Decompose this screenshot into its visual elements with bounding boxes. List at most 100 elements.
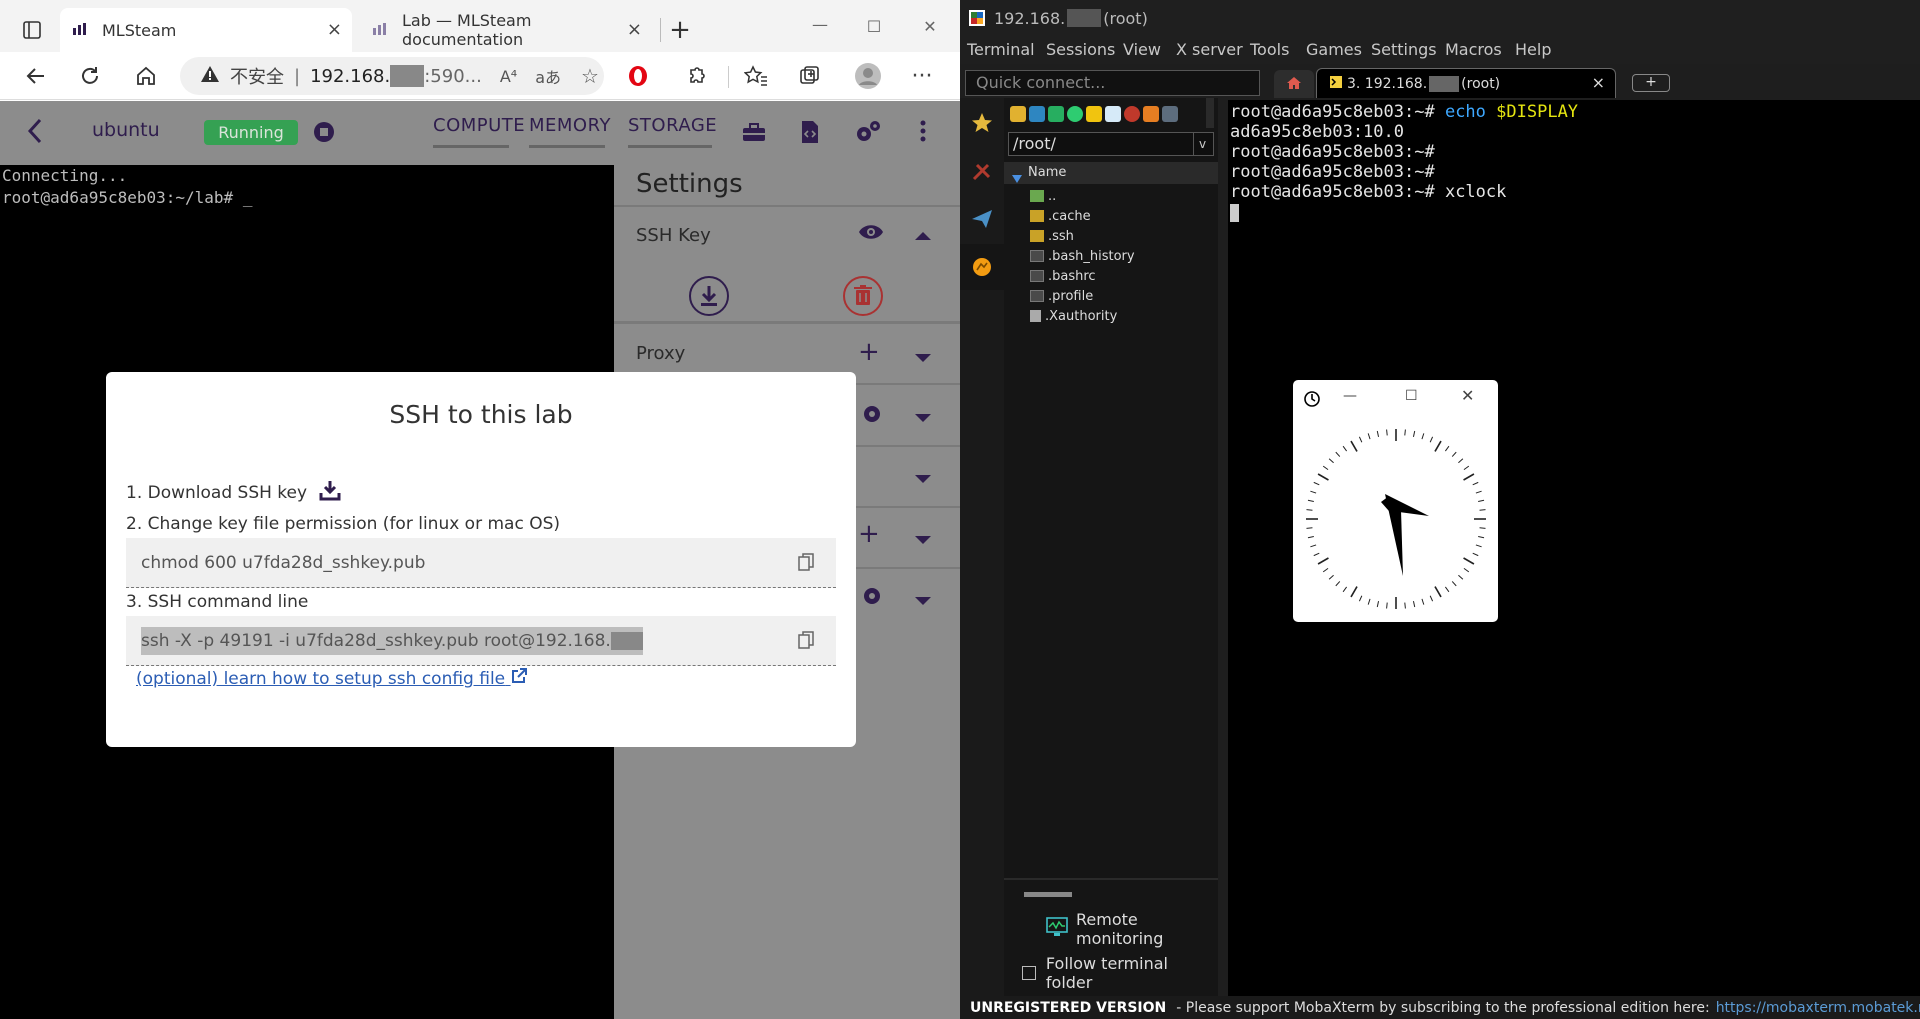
new-folder-icon[interactable] (1086, 106, 1102, 122)
redacted-block (390, 65, 425, 87)
file-row[interactable]: .bash_history (1030, 246, 1135, 266)
opera-extension-icon[interactable] (622, 60, 654, 92)
url-field[interactable]: 不安全 | 192.168. :590... A⁴ aあ ☆ (180, 57, 604, 95)
tab-mlsteam[interactable]: MLSteam × (60, 8, 352, 52)
copy-icon[interactable] (798, 553, 814, 571)
favorites-icon[interactable] (740, 60, 772, 92)
maximize-button[interactable]: ☐ (1405, 388, 1418, 404)
menu-macros[interactable]: Macros (1445, 40, 1502, 59)
clock-tick (1434, 586, 1442, 598)
minimize-button[interactable]: — (1343, 388, 1357, 404)
new-session-tab-button[interactable]: + (1632, 74, 1670, 92)
kebab-menu-icon[interactable] (920, 119, 926, 147)
read-aloud-icon[interactable]: A⁴ (500, 67, 517, 86)
file-row[interactable]: .bashrc (1030, 266, 1096, 286)
minimize-button[interactable]: — (804, 8, 836, 40)
toolbox-icon[interactable] (742, 122, 766, 146)
eye-icon[interactable] (858, 223, 884, 245)
tab-close-button[interactable]: × (627, 19, 642, 40)
clock-tick (1358, 595, 1363, 602)
panel-splitter[interactable] (1218, 98, 1228, 996)
settings-gears-icon[interactable] (854, 119, 882, 149)
add-button[interactable]: + (858, 521, 880, 547)
session-tab[interactable]: 3. 192.168. (root) × (1316, 68, 1616, 98)
session-close-button[interactable]: × (1592, 73, 1605, 92)
follow-folder-checkbox[interactable]: Follow terminal folder (1022, 954, 1218, 992)
menu-tools[interactable]: Tools (1250, 40, 1289, 59)
menu-xserver[interactable]: X server (1176, 40, 1243, 59)
chevron-down-icon[interactable] (914, 592, 932, 611)
refresh-icon[interactable] (1067, 106, 1083, 122)
file-row[interactable]: .profile (1030, 286, 1093, 306)
file-row[interactable]: .ssh (1030, 226, 1074, 246)
maximize-button[interactable]: ☐ (858, 10, 890, 42)
properties-wrench-icon[interactable] (1143, 106, 1159, 122)
chevron-down-icon[interactable] (914, 349, 932, 368)
hscroll-thumb[interactable] (1024, 892, 1072, 897)
back-arrow-icon[interactable] (20, 60, 52, 92)
chevron-down-icon[interactable] (914, 409, 932, 428)
gear-icon[interactable] (861, 585, 883, 611)
remote-monitoring-button[interactable]: Remote monitoring (1046, 910, 1218, 948)
close-window-button[interactable]: ✕ (914, 10, 946, 42)
sessions-star-icon[interactable] (960, 100, 1004, 146)
chevron-down-icon[interactable]: v (1193, 133, 1211, 155)
extensions-icon[interactable] (680, 60, 712, 92)
tab-close-button[interactable]: × (327, 19, 342, 40)
file-list-header[interactable]: Name (1004, 162, 1218, 184)
file-row[interactable]: .Xauthority (1030, 306, 1117, 326)
checkbox[interactable] (1022, 966, 1036, 980)
back-chevron-icon[interactable] (26, 117, 44, 149)
home-icon[interactable] (130, 60, 162, 92)
toolbar-divider (728, 66, 729, 88)
menu-games[interactable]: Games (1306, 40, 1362, 59)
new-file-icon[interactable] (1105, 106, 1121, 122)
translate-icon[interactable]: aあ (535, 64, 561, 88)
profile-avatar-icon[interactable] (852, 60, 884, 92)
more-menu-icon[interactable]: ··· (906, 60, 938, 92)
tab-memory[interactable]: MEMORY (529, 115, 611, 136)
menu-sessions[interactable]: Sessions (1046, 40, 1115, 59)
new-tab-button[interactable]: + (664, 14, 696, 46)
delete-key-button[interactable] (842, 275, 884, 321)
home-tab[interactable] (1274, 70, 1314, 98)
quick-connect-input[interactable]: Quick connect... (965, 70, 1260, 96)
tab-compute[interactable]: COMPUTE (433, 115, 525, 136)
tab-storage[interactable]: STORAGE (628, 115, 717, 136)
sftp-icon[interactable] (960, 244, 1004, 290)
download-icon[interactable] (319, 479, 341, 506)
stop-icon[interactable] (313, 121, 335, 147)
folder-up-icon[interactable] (1010, 106, 1026, 122)
tab-docs[interactable]: Lab — MLSteam documentation × (360, 8, 652, 52)
menu-view[interactable]: View (1123, 40, 1161, 59)
collections-icon[interactable] (794, 60, 826, 92)
tab-actions-icon[interactable] (16, 14, 48, 46)
file-row-parent[interactable]: .. (1030, 186, 1056, 206)
path-select[interactable]: /root/ v (1008, 132, 1214, 156)
code-file-icon[interactable] (800, 120, 820, 148)
add-proxy-button[interactable]: + (858, 339, 880, 365)
download-key-button[interactable] (688, 275, 730, 321)
file-row[interactable]: .cache (1030, 206, 1091, 226)
close-button[interactable]: ✕ (1461, 386, 1474, 405)
copy-icon[interactable] (798, 631, 814, 649)
upload-icon[interactable] (1048, 106, 1064, 122)
delete-icon[interactable] (1124, 106, 1140, 122)
chevron-down-icon[interactable] (914, 531, 932, 550)
gear-icon[interactable] (861, 403, 883, 429)
menu-terminal[interactable]: Terminal (967, 40, 1035, 59)
menu-help[interactable]: Help (1515, 40, 1551, 59)
link-text[interactable]: (optional) learn how to setup ssh config… (136, 669, 505, 689)
mobatek-link[interactable]: https://mobaxterm.mobatek.net (1716, 1000, 1920, 1016)
macros-send-icon[interactable] (960, 196, 1004, 242)
tools-icon[interactable] (960, 148, 1004, 194)
chevron-up-icon[interactable] (914, 226, 932, 245)
xclock-window[interactable]: — ☐ ✕ (1293, 380, 1498, 622)
menu-settings[interactable]: Settings (1371, 40, 1437, 59)
download-icon[interactable] (1029, 106, 1045, 122)
rename-icon[interactable] (1162, 106, 1178, 122)
ssh-config-link[interactable]: (optional) learn how to setup ssh config… (136, 668, 527, 689)
chevron-down-icon[interactable] (914, 470, 932, 489)
favorite-star-icon[interactable]: ☆ (581, 64, 599, 88)
refresh-icon[interactable] (74, 60, 106, 92)
